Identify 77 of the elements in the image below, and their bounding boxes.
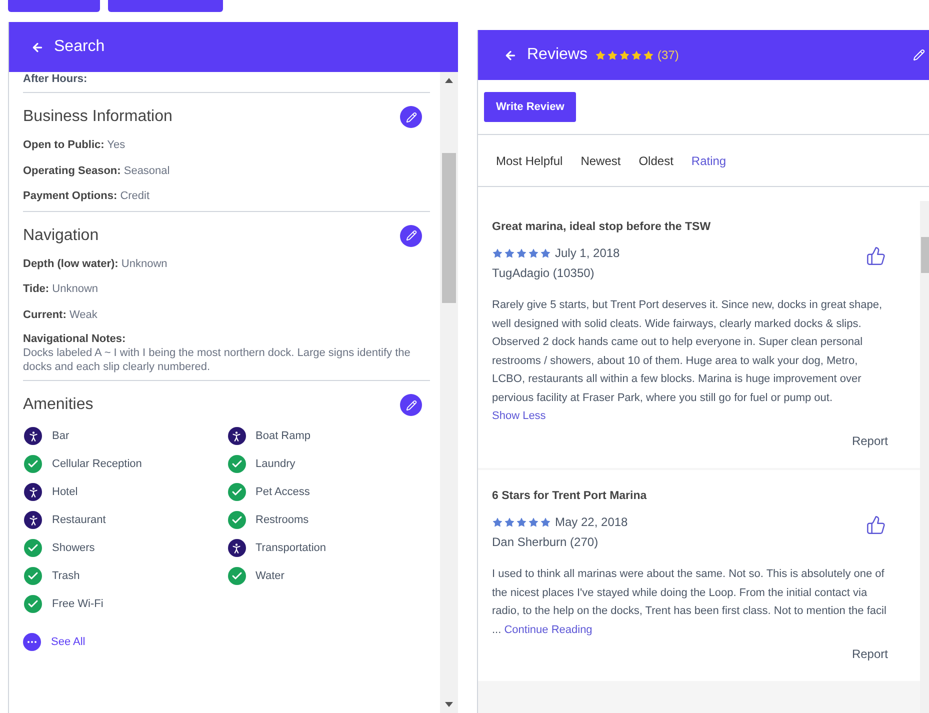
amenity-label: Restrooms xyxy=(256,512,309,528)
check-icon xyxy=(24,567,42,585)
field-text: Open to Public: Yes xyxy=(23,138,126,153)
check-icon xyxy=(228,483,246,501)
amenity-label: Laundry xyxy=(256,456,296,472)
check-icon xyxy=(24,455,42,473)
amenity-label: Showers xyxy=(52,540,95,556)
notes-label: Navigational Notes: xyxy=(23,332,127,346)
section-title: Business Information xyxy=(23,107,172,127)
read-more-link[interactable]: Continue Reading xyxy=(504,624,592,636)
review-count: (37) xyxy=(657,47,679,64)
back-arrow-icon xyxy=(504,48,517,62)
scrollbar-thumb[interactable] xyxy=(920,237,928,273)
sort-tab[interactable]: Oldest xyxy=(638,152,674,170)
scrollbar[interactable] xyxy=(440,72,458,713)
check-icon xyxy=(24,595,42,613)
check-icon xyxy=(24,539,42,557)
amenity-label: Free Wi-Fi xyxy=(52,596,104,612)
review-author: Dan Sherburn (270) xyxy=(492,534,600,551)
person-icon xyxy=(24,483,42,501)
edit-icon[interactable] xyxy=(913,49,925,61)
scrollbar[interactable] xyxy=(920,201,929,713)
sort-tab[interactable]: Most Helpful xyxy=(496,152,563,170)
review-date: July 1, 2018 xyxy=(555,245,620,262)
edit-button[interactable] xyxy=(400,394,422,416)
thumbs-up-button[interactable] xyxy=(866,515,886,535)
review-title: Great marina, ideal stop before the TSW xyxy=(492,220,712,235)
field-text: Depth (low water): Unknown xyxy=(23,256,168,272)
review-author: TugAdagio (10350) xyxy=(492,265,596,282)
check-icon xyxy=(228,511,246,529)
review-text: Rarely give 5 starts, but Trent Port deserves it. Since new, docks in great shape, well designed with solid cleats. Wide fairways, clearly marked docks & slips. Observed 2 dock hands came out to help everyone in. Super clean personal restrooms / showers, about 10 of them. Huge area to walk your dog, Metro, LCBO, restaurants all within a few blocks. Marina is huge improvement over pervious facility at Fraser Park, where you still go for fuel or pump out. Show Less xyxy=(492,298,884,424)
amenity-label: Cellular Reception xyxy=(52,456,142,472)
check-icon xyxy=(228,567,246,585)
field-text: After Hours: xyxy=(23,72,88,87)
amenity-label: Pet Access xyxy=(256,484,310,500)
person-icon xyxy=(228,427,246,445)
field-text: Tide: Unknown xyxy=(23,282,99,297)
amenity-label: Water xyxy=(256,568,284,584)
edit-icon xyxy=(406,112,416,122)
write-review-button[interactable]: Write Review xyxy=(484,92,576,122)
report-link[interactable]: Report xyxy=(852,432,888,450)
edit-button[interactable] xyxy=(400,224,422,246)
field-text: Current: Weak xyxy=(23,308,98,322)
section-title: Amenities xyxy=(23,395,94,415)
scroll-down-icon xyxy=(445,702,453,707)
edit-button[interactable] xyxy=(400,106,422,128)
person-icon xyxy=(228,539,246,557)
report-link[interactable]: Report xyxy=(852,645,888,663)
back-arrow-icon xyxy=(31,40,44,54)
check-icon xyxy=(228,455,246,473)
field-text: Payment Options: Credit xyxy=(23,189,151,204)
read-more-link[interactable]: Show Less xyxy=(492,410,546,422)
scroll-up-icon xyxy=(445,78,453,83)
review-title: 6 Stars for Trent Port Marina xyxy=(492,488,648,504)
amenity-label: Restaurant xyxy=(52,512,106,528)
section-title: Navigation xyxy=(23,226,99,246)
see-all-link[interactable]: See All xyxy=(23,633,86,651)
field-text: Operating Season: Seasonal xyxy=(23,164,171,178)
sort-tab[interactable]: Rating xyxy=(691,152,726,170)
notes-text: Docks labeled A ~ I with I being the most northern dock. Large signs identify the docks and each slip clearly numbered. xyxy=(23,346,412,374)
person-icon xyxy=(24,511,42,529)
person-icon xyxy=(24,427,42,445)
thumbs-up-button[interactable] xyxy=(866,246,886,266)
edit-icon xyxy=(406,400,416,410)
review-date: May 22, 2018 xyxy=(555,514,628,531)
amenity-label: Hotel xyxy=(52,484,78,500)
edit-icon xyxy=(406,230,416,241)
amenity-label: Boat Ramp xyxy=(256,428,311,444)
amenity-label: Bar xyxy=(52,428,70,444)
back-button[interactable]: Reviews xyxy=(504,43,588,67)
amenity-label: Transportation xyxy=(256,540,326,556)
more-icon xyxy=(23,633,41,651)
back-button[interactable]: Search xyxy=(31,35,105,59)
review-text: I used to think all marinas were about the same. Not so. This is absolutely one of the nicest places I've stayed while doing the Loop. From the initial contact via radio, to the help on the docks, Trent has been first class. Not to mention the facil ... Continue Reading xyxy=(492,567,888,638)
sort-tab[interactable]: Newest xyxy=(580,152,621,170)
scrollbar-thumb[interactable] xyxy=(442,152,456,302)
amenity-label: Trash xyxy=(52,568,80,584)
